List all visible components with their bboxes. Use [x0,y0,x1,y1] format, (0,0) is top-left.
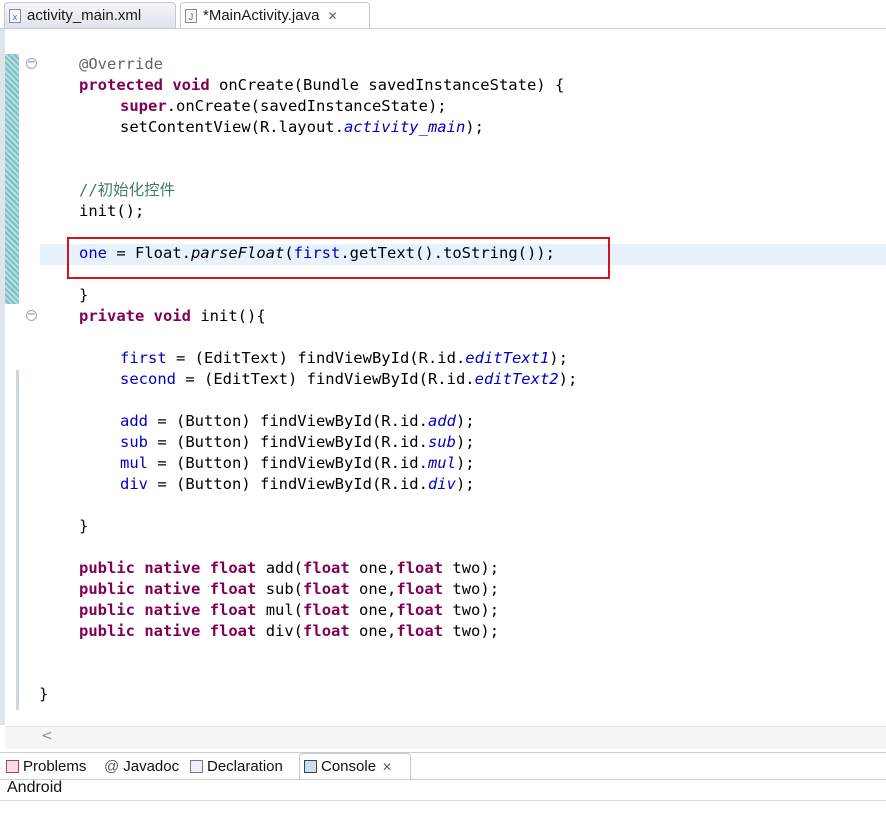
close-icon[interactable]: ✕ [327,9,337,23]
tab-console[interactable]: Console ✕ [299,753,411,779]
code-line: init(); [79,202,145,220]
tab-label: Declaration [207,757,283,775]
code-line: @Override [79,55,163,73]
tab-javadoc[interactable]: @ Javadoc [104,753,179,779]
code-line: super.onCreate(savedInstanceState); [120,97,447,115]
fold-toggle-icon[interactable]: − [26,310,37,321]
scroll-left-icon[interactable]: < [41,728,53,744]
tab-problems[interactable]: Problems [6,753,86,779]
close-icon[interactable]: ✕ [382,760,392,774]
code-line: mul = (Button) findViewById(R.id.mul); [120,454,475,472]
problems-icon [6,759,19,773]
bottom-panel-tabs: Problems @ Javadoc Declaration Console ✕ [0,752,886,780]
javadoc-icon: @ [104,757,120,775]
console-icon [304,760,317,773]
code-line: } [39,685,49,703]
code-line: private void init(){ [79,307,266,325]
declaration-icon [190,759,203,773]
tab-declaration[interactable]: Declaration [190,753,283,779]
console-title: Android [7,779,63,796]
tab-label: *MainActivity.java [203,7,320,24]
tab-label: Console [321,758,377,775]
fold-toggle-icon[interactable]: − [26,58,37,69]
code-line: public native float div(float one,float … [79,622,500,640]
code-line: protected void onCreate(Bundle savedInst… [79,76,565,94]
code-line: div = (Button) findViewById(R.id.div); [120,475,475,493]
horizontal-scrollbar[interactable]: < [5,726,886,749]
change-ruler [5,54,19,304]
code-line: setContentView(R.layout.activity_main); [120,118,484,136]
code-line: public native float add(float one,float … [79,559,500,577]
code-comment: //初始化控件 [79,181,176,199]
tab-main-activity-java[interactable]: J *MainActivity.java ✕ [180,2,370,28]
code-line: sub = (Button) findViewById(R.id.sub); [120,433,475,451]
xml-file-icon: x [9,8,21,23]
editor-tab-bar: x activity_main.xml J *MainActivity.java… [0,0,886,29]
code-line: } [79,286,89,304]
code-line: public native float mul(float one,float … [79,601,500,619]
tab-activity-main-xml[interactable]: x activity_main.xml [4,2,176,28]
code-line-parse: one = Float.parseFloat(first.getText().t… [79,244,555,262]
tab-label: Problems [23,757,87,775]
code-line: first = (EditText) findViewById(R.id.edi… [120,349,568,367]
code-line: } [79,517,89,535]
console-output[interactable] [0,800,886,837]
java-file-icon: J [185,8,197,23]
code-line: add = (Button) findViewById(R.id.add); [120,412,475,430]
tab-label: activity_main.xml [27,7,142,24]
gutter-marker [16,370,19,710]
code-line: public native float sub(float one,float … [79,580,500,598]
code-line: second = (EditText) findViewById(R.id.ed… [120,370,578,388]
tab-label: Javadoc [123,757,180,775]
